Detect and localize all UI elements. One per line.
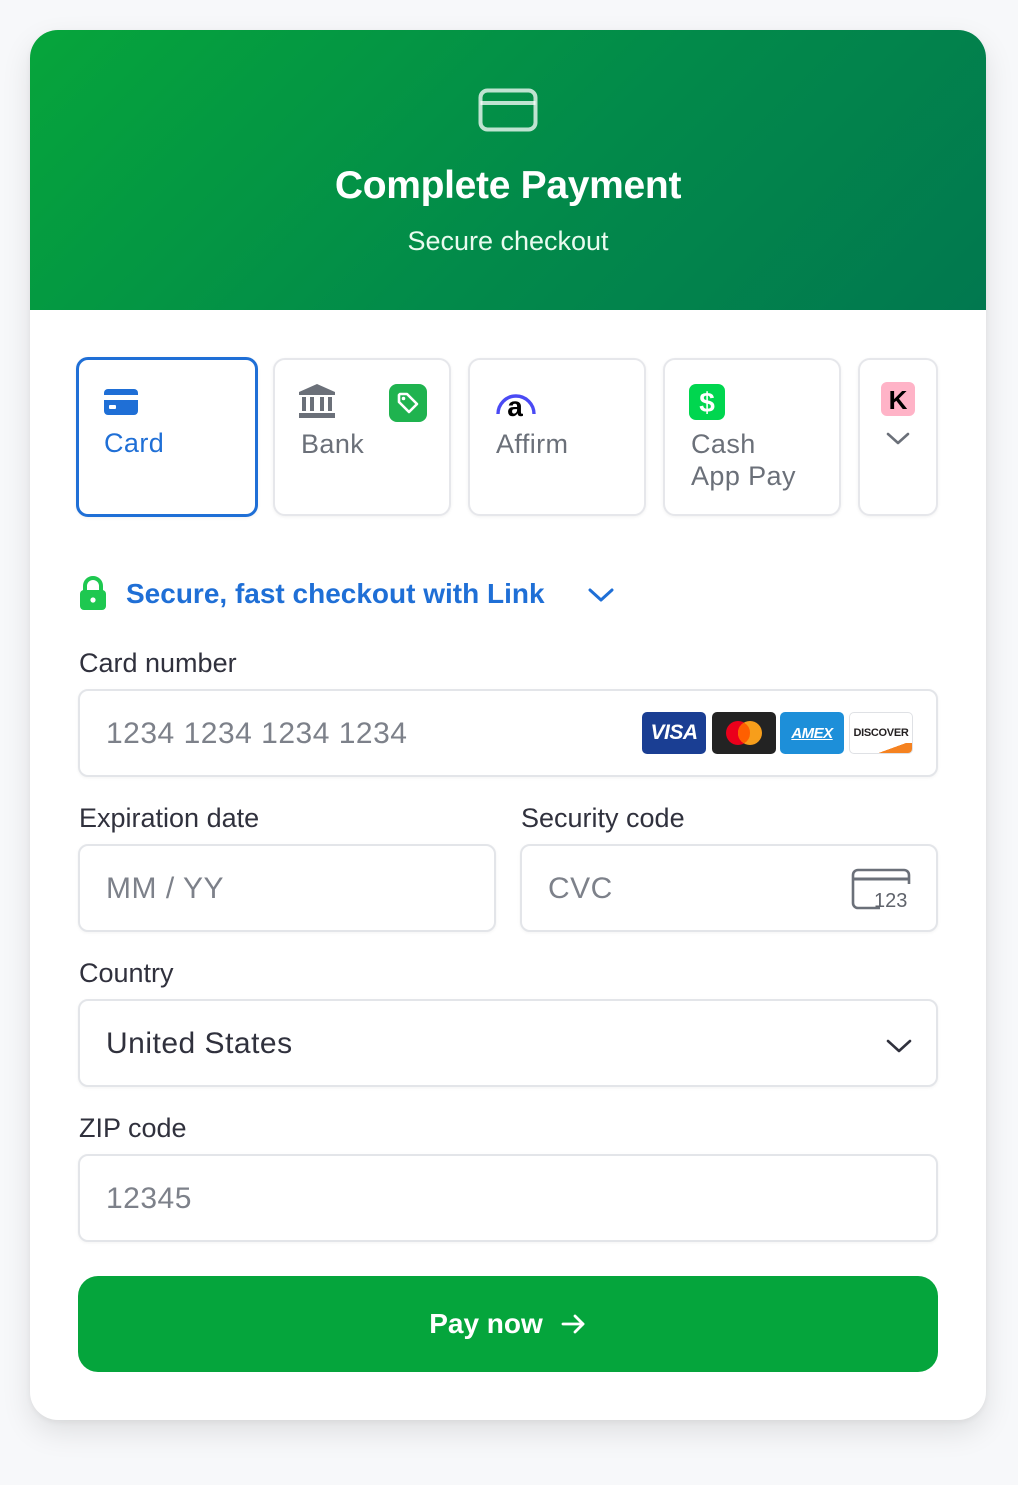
chevron-down-icon (886, 1039, 912, 1053)
security-code-input[interactable]: CVC 123 (520, 844, 938, 932)
pay-now-button[interactable]: Pay now (78, 1276, 938, 1372)
payment-card: Complete Payment Secure checkout Card Ba… (30, 30, 986, 1420)
arrow-right-icon (561, 1314, 585, 1334)
tab-bank-label: Bank (301, 429, 365, 459)
country-value: United States (106, 1027, 293, 1060)
tab-affirm-label: Affirm (496, 429, 569, 459)
card-icon (104, 389, 138, 415)
lock-icon (80, 576, 106, 610)
discover-icon: DISCOVER (849, 712, 913, 754)
svg-text:K: K (889, 385, 908, 415)
tab-more[interactable]: K (858, 358, 938, 516)
country-select[interactable]: United States (78, 999, 938, 1087)
zip-placeholder: 12345 (106, 1182, 192, 1215)
klarna-icon: K (881, 382, 915, 416)
cash-app-icon: $ (689, 384, 725, 420)
tag-icon (389, 384, 427, 422)
country-label: Country (79, 958, 174, 988)
mastercard-icon (712, 712, 776, 754)
tab-bank[interactable]: Bank (273, 358, 451, 516)
security-code-label: Security code (521, 803, 685, 833)
affirm-icon: a (496, 391, 536, 420)
zip-input[interactable]: 12345 (78, 1154, 938, 1242)
tab-cash-app-pay[interactable]: $ Cash App Pay (663, 358, 841, 516)
tab-affirm[interactable]: a Affirm (468, 358, 646, 516)
tab-card[interactable]: Card (76, 357, 258, 517)
svg-text:a: a (507, 391, 523, 420)
page-subtitle: Secure checkout (407, 226, 609, 256)
pay-now-label: Pay now (429, 1308, 543, 1339)
expiration-label: Expiration date (79, 803, 260, 833)
cvc-icon-digits: 123 (874, 890, 908, 912)
bank-icon (299, 384, 335, 418)
card-number-placeholder: 1234 1234 1234 1234 (106, 717, 408, 750)
zip-label: ZIP code (79, 1113, 187, 1143)
security-code-placeholder: CVC (548, 872, 613, 905)
tab-cash-app-pay-label: Cash App Pay (691, 429, 796, 491)
amex-icon: AMEX (780, 712, 844, 754)
visa-icon: VISA (642, 712, 706, 754)
link-checkout-text: Secure, fast checkout with Link (126, 578, 545, 609)
payment-header: Complete Payment Secure checkout (30, 30, 986, 310)
expiration-placeholder: MM / YY (106, 872, 224, 905)
expiration-input[interactable]: MM / YY (78, 844, 496, 932)
chevron-down-icon (588, 588, 614, 602)
svg-text:$: $ (699, 387, 715, 418)
tab-card-label: Card (104, 428, 165, 458)
card-number-input[interactable]: 1234 1234 1234 1234 VISA AMEX DISCOVER (78, 689, 938, 777)
page-title: Complete Payment (334, 164, 682, 207)
credit-card-icon (478, 88, 538, 132)
card-number-label: Card number (79, 648, 237, 678)
chevron-down-icon (886, 432, 910, 445)
